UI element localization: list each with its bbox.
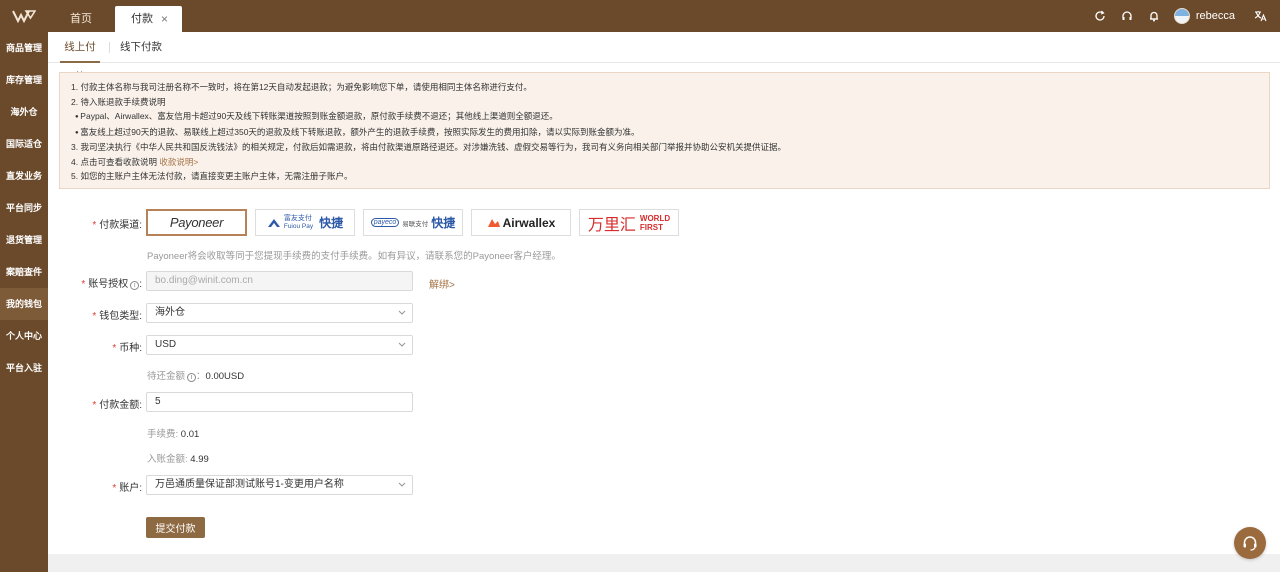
wallet-type-label: * 钱包类型: xyxy=(92,311,142,322)
sidebar-item-inventory[interactable]: 库存管理 xyxy=(0,64,48,96)
info-icon[interactable]: i xyxy=(187,373,197,382)
payment-tabs: 线上付款 线下付款 xyxy=(48,32,1280,83)
chevron-down-icon xyxy=(398,342,406,347)
collection-instructions-link[interactable]: 收款说明> xyxy=(159,157,198,167)
notice-line: 2. 待入账退款手续费说明 xyxy=(71,96,166,107)
notice-line: 5. 如您的主账户主体无法付款，请直接变更主账户主体，无需注册子账户。 xyxy=(71,171,353,181)
sidebar-item-platform-join[interactable]: 平台入驻 xyxy=(0,352,48,384)
quick-label: 快捷 xyxy=(319,216,344,230)
close-icon[interactable]: × xyxy=(161,6,168,32)
account-value: 万邑通质量保证部测试账号1-变更用户名称 xyxy=(155,479,344,490)
wallet-type-value: 海外仓 xyxy=(155,307,185,318)
tab-divider xyxy=(109,42,110,53)
sidebar-item-products[interactable]: 商品管理 xyxy=(0,32,48,64)
unbind-link[interactable]: 解绑> xyxy=(429,276,455,291)
channel-fuiou-quick[interactable]: 富友支付 Fuiou Pay 快捷 xyxy=(255,209,355,236)
sidebar-item-wallet[interactable]: 我的钱包 xyxy=(0,288,48,320)
channel-label: * 付款渠道: xyxy=(92,220,142,231)
notice-bullet: 富友线上超过90天的退款、易联线上超过350天的退款及线下转账退款，额外产生的退… xyxy=(71,125,1269,141)
submit-payment-button[interactable]: 提交付款 xyxy=(146,517,205,538)
quick-label: 快捷 xyxy=(431,216,456,230)
tab-online-payment[interactable]: 线上付款 xyxy=(60,32,100,83)
notice-bullet: Paypal、Airwallex、富友信用卡超过90天及线下转账渠道按照到账金额… xyxy=(71,109,1269,125)
wallet-type-select[interactable]: 海外仓 xyxy=(146,303,413,323)
tab-home[interactable]: 首页 xyxy=(58,6,104,32)
payeco-cn: 易联支付 xyxy=(402,220,429,228)
sidebar: 商品管理 库存管理 海外仓 国际适仓 直发业务 平台同步 退货管理 案赔查件 我… xyxy=(0,32,48,572)
channel-payoneer[interactable]: Payoneer xyxy=(146,209,247,236)
chevron-down-icon xyxy=(398,310,406,315)
channel-worldfirst[interactable]: 万里汇 WORLD FIRST xyxy=(579,209,679,236)
customer-service-button[interactable] xyxy=(1234,527,1266,559)
fuiou-en: Fuiou Pay xyxy=(283,222,314,230)
avatar xyxy=(1173,8,1190,24)
account-auth-label: * 账号授权 i: xyxy=(81,279,142,290)
amount-label: * 付款金额: xyxy=(92,400,142,411)
fuiou-logo-icon xyxy=(267,218,280,227)
channel-hint: Payoneer将会收取等同于您提现手续费的支付手续费。如有异议，请联系您的Pa… xyxy=(147,251,561,262)
tab-offline-payment[interactable]: 线下付款 xyxy=(120,32,162,63)
amount-input[interactable]: 5 xyxy=(146,392,413,412)
tab-payment-label: 付款 xyxy=(131,13,153,25)
winit-logo-icon xyxy=(12,10,36,23)
payment-notice: 1. 付款主体名称与我司注册名称不一致时，将在第12天自动发起退款；为避免影响您… xyxy=(59,72,1270,189)
currency-label: * 币种: xyxy=(112,343,142,354)
headset-icon xyxy=(1243,536,1257,551)
bell-icon[interactable] xyxy=(1141,0,1168,32)
main-content: 线上付款 线下付款 1. 付款主体名称与我司注册名称不一致时，将在第12天自动发… xyxy=(48,32,1280,554)
account-select[interactable]: 万邑通质量保证部测试账号1-变更用户名称 xyxy=(146,475,413,495)
user-menu[interactable]: rebecca xyxy=(1173,8,1235,24)
sidebar-item-returns[interactable]: 退货管理 xyxy=(0,224,48,256)
top-bar: 首页 付款 × rebecca xyxy=(0,0,1280,32)
credited-amount: 入账金额: 4.99 xyxy=(147,454,209,465)
sidebar-item-direct-shipping[interactable]: 直发业务 xyxy=(0,160,48,192)
sidebar-item-profile[interactable]: 个人中心 xyxy=(0,320,48,352)
fee-value: 0.01 xyxy=(180,429,200,440)
payeco-logo: payeco xyxy=(370,218,400,227)
channel-payeco-quick[interactable]: payeco 易联支付 快捷 xyxy=(363,209,463,236)
logo[interactable] xyxy=(0,0,48,32)
chevron-down-icon xyxy=(398,482,406,487)
fuiou-cn: 富友支付 xyxy=(283,214,312,222)
sidebar-item-overseas-warehouse[interactable]: 海外仓 xyxy=(0,96,48,128)
sidebar-item-platform-sync[interactable]: 平台同步 xyxy=(0,192,48,224)
account-auth-field: bo.ding@winit.com.cn xyxy=(146,271,413,291)
airwallex-logo: Airwallex xyxy=(502,215,556,230)
wanli-logo: 万里汇 xyxy=(587,216,636,234)
notice-line: 1. 付款主体名称与我司注册名称不一致时，将在第12天自动发起退款；为避免影响您… xyxy=(71,82,532,92)
pending-amount-value: 0.00USD xyxy=(205,371,245,382)
info-icon[interactable]: i xyxy=(130,281,140,290)
pending-amount: 待还金额 i ：0.00USD xyxy=(147,371,245,382)
sidebar-item-claims[interactable]: 案赔查件 xyxy=(0,256,48,288)
worldfirst-word: FIRST xyxy=(639,222,663,232)
channel-airwallex[interactable]: Airwallex xyxy=(471,209,571,236)
sidebar-item-international[interactable]: 国际适仓 xyxy=(0,128,48,160)
headset-icon[interactable] xyxy=(1114,0,1141,32)
notice-line: 4. 点击可查看收款说明 收款说明> xyxy=(71,155,1269,170)
account-label: * 账户: xyxy=(112,483,142,494)
currency-select[interactable]: USD xyxy=(146,335,413,355)
fee: 手续费: 0.01 xyxy=(147,429,200,440)
tab-payment[interactable]: 付款 × xyxy=(115,6,182,32)
translate-icon[interactable] xyxy=(1247,0,1274,32)
notice-line: 3. 我司坚决执行《中华人民共和国反洗钱法》的相关规定，付款后如需退款，将由付款… xyxy=(71,142,786,152)
airwallex-logo-icon xyxy=(487,218,500,227)
user-name: rebecca xyxy=(1195,10,1235,22)
worldfirst-word: WORLD xyxy=(639,213,671,223)
top-right-tools: rebecca xyxy=(1087,0,1280,32)
refresh-icon[interactable] xyxy=(1087,0,1114,32)
credited-amount-value: 4.99 xyxy=(190,454,209,465)
currency-value: USD xyxy=(155,339,177,350)
notice-text: 4. 点击可查看收款说明 xyxy=(71,156,157,167)
payoneer-logo: Payoneer xyxy=(169,215,224,230)
